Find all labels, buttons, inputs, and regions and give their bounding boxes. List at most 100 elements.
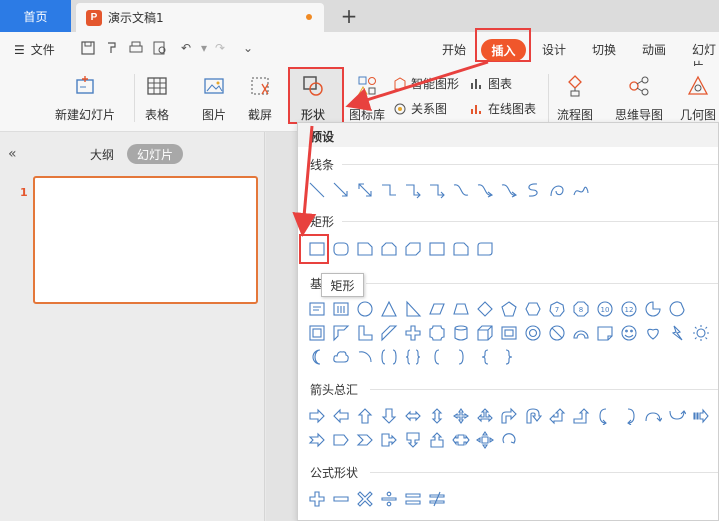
shape-button-active[interactable]: 形状	[301, 74, 325, 123]
shape-arrow-quadCallout-icon[interactable]	[475, 430, 495, 450]
flowchart-button[interactable]: 流程图	[557, 74, 593, 123]
tab-design[interactable]: 设计	[542, 41, 566, 58]
shape-arrow-notched-icon[interactable]	[307, 430, 327, 450]
undo-icon[interactable]: ↶	[178, 40, 194, 56]
shape-basic-lbracket-icon[interactable]	[427, 347, 447, 367]
shape-arrow-bentUp-icon[interactable]	[571, 406, 591, 426]
shape-basic-chord-icon[interactable]	[667, 299, 687, 319]
tab-transition[interactable]: 切换	[592, 41, 616, 58]
mindmap-button[interactable]: 思维导图	[615, 74, 663, 123]
shape-basic-dec-icon[interactable]: 10	[595, 299, 615, 319]
shape-basic-cross-icon[interactable]	[403, 323, 423, 343]
shape-arrow-arrLR-icon[interactable]	[403, 406, 423, 426]
shape-rect-plain-icon[interactable]	[427, 239, 447, 259]
shape-basic-fold-icon[interactable]	[595, 323, 615, 343]
shape-rect-roundD-icon[interactable]	[475, 239, 495, 259]
shape-basic-lbrace-icon[interactable]	[475, 347, 495, 367]
shape-rect-roundSnip-icon[interactable]	[451, 239, 471, 259]
shape-basic-rbrace-icon[interactable]	[499, 347, 519, 367]
shape-basic-vtext-icon[interactable]	[331, 299, 351, 319]
shape-basic-noSym-icon[interactable]	[547, 323, 567, 343]
shape-rect-snip2-icon[interactable]	[379, 239, 399, 259]
shape-basic-hex-icon[interactable]	[523, 299, 543, 319]
shape-arrow-arrL-icon[interactable]	[331, 406, 351, 426]
shape-arrow-uCallout-icon[interactable]	[427, 430, 447, 450]
shape-basic-lshape-icon[interactable]	[355, 323, 375, 343]
shape-line-s-icon[interactable]	[523, 180, 543, 200]
print-preview-icon[interactable]	[152, 40, 168, 56]
shape-basic-textbox-icon[interactable]	[307, 299, 327, 319]
new-tab-button[interactable]: +	[337, 3, 361, 29]
shape-basic-smile-icon[interactable]	[619, 323, 639, 343]
print-icon[interactable]	[128, 40, 144, 56]
shape-basic-arcOpen-icon[interactable]	[355, 347, 375, 367]
save-icon[interactable]	[80, 40, 96, 56]
slide-thumbnail[interactable]	[33, 176, 258, 304]
shape-basic-donut-icon[interactable]	[523, 323, 543, 343]
shape-arrow-curvedR-icon[interactable]	[595, 406, 615, 426]
icon-library-button[interactable]: 图标库	[349, 74, 385, 123]
shape-arrow-uturn-icon[interactable]	[523, 406, 543, 426]
shape-basic-diag-icon[interactable]	[379, 323, 399, 343]
shape-arrow-striped-icon[interactable]	[691, 406, 711, 426]
shape-arrow-chevron-icon[interactable]	[355, 430, 375, 450]
shape-basic-cube-icon[interactable]	[475, 323, 495, 343]
shape-basic-diamond-icon[interactable]	[475, 299, 495, 319]
tab-outline[interactable]: 大纲	[90, 146, 114, 163]
tab-slides[interactable]: 幻灯片	[127, 144, 183, 164]
shape-basic-pie-icon[interactable]	[643, 299, 663, 319]
shape-basic-sun-icon[interactable]	[691, 323, 711, 343]
shape-basic-dblBracket-icon[interactable]	[379, 347, 399, 367]
table-button[interactable]: 表格	[145, 74, 169, 123]
shape-arrow-arrU-icon[interactable]	[355, 406, 375, 426]
shape-line-elbow-icon[interactable]	[379, 180, 399, 200]
shape-arrow-bent-icon[interactable]	[499, 406, 519, 426]
shape-basic-arc-icon[interactable]	[571, 323, 591, 343]
shape-rect-snip1-icon[interactable]	[355, 239, 375, 259]
shape-basic-pent-icon[interactable]	[499, 299, 519, 319]
shape-line-curve-icon[interactable]	[451, 180, 471, 200]
shape-basic-rbracket-icon[interactable]	[451, 347, 471, 367]
shape-basic-trap-icon[interactable]	[451, 299, 471, 319]
shape-arrow-arrD-icon[interactable]	[379, 406, 399, 426]
undo-dropdown-icon[interactable]: ▾	[196, 40, 212, 56]
shape-formula-equal-icon[interactable]	[403, 489, 423, 509]
shape-basic-halfframe-icon[interactable]	[331, 323, 351, 343]
geometry-button[interactable]: 几何图	[680, 74, 716, 123]
shape-basic-heart-icon[interactable]	[643, 323, 663, 343]
format-painter-icon[interactable]	[104, 40, 120, 56]
shape-line-arrowLine-icon[interactable]	[331, 180, 351, 200]
shape-basic-cloud-icon[interactable]	[331, 347, 351, 367]
shape-rect-snipD-icon[interactable]	[403, 239, 423, 259]
collapse-panel-icon[interactable]: «	[8, 146, 17, 162]
screenshot-button[interactable]: 截屏	[248, 74, 272, 123]
shape-basic-bevel-icon[interactable]	[499, 323, 519, 343]
shape-line-dblArrow-icon[interactable]	[355, 180, 375, 200]
shape-arrow-curvedD-icon[interactable]	[667, 406, 687, 426]
shape-basic-oct-icon[interactable]: 8	[571, 299, 591, 319]
shape-arrow-leftUp-icon[interactable]	[547, 406, 567, 426]
shape-arrow-arr4-icon[interactable]	[451, 406, 471, 426]
shape-basic-para-icon[interactable]	[427, 299, 447, 319]
shape-arrow-curvedL-icon[interactable]	[619, 406, 639, 426]
customize-toolbar-icon[interactable]: ⌄	[240, 40, 256, 56]
shape-arrow-arrUD-icon[interactable]	[427, 406, 447, 426]
tab-home[interactable]: 首页	[0, 0, 71, 32]
shape-formula-neq-icon[interactable]	[427, 489, 447, 509]
shape-line-line-icon[interactable]	[307, 180, 327, 200]
shape-line-loop-icon[interactable]	[547, 180, 567, 200]
file-menu[interactable]: ☰ 文件	[14, 41, 55, 58]
shape-basic-can-icon[interactable]	[451, 323, 471, 343]
shape-basic-moon-icon[interactable]	[307, 347, 327, 367]
shape-formula-mult-icon[interactable]	[355, 489, 375, 509]
shape-arrow-curvedU-icon[interactable]	[643, 406, 663, 426]
shape-basic-plaque-icon[interactable]	[427, 323, 447, 343]
chart-button[interactable]: 图表	[470, 75, 512, 92]
shape-basic-bolt-icon[interactable]	[667, 323, 687, 343]
online-chart-button[interactable]: 在线图表	[470, 100, 536, 117]
tab-animation[interactable]: 动画	[642, 41, 666, 58]
shape-line-scribble-icon[interactable]	[571, 180, 591, 200]
shape-arrow-lrCallout-icon[interactable]	[451, 430, 471, 450]
redo-icon[interactable]: ↷	[212, 40, 228, 56]
shape-rect-round-icon[interactable]	[331, 239, 351, 259]
